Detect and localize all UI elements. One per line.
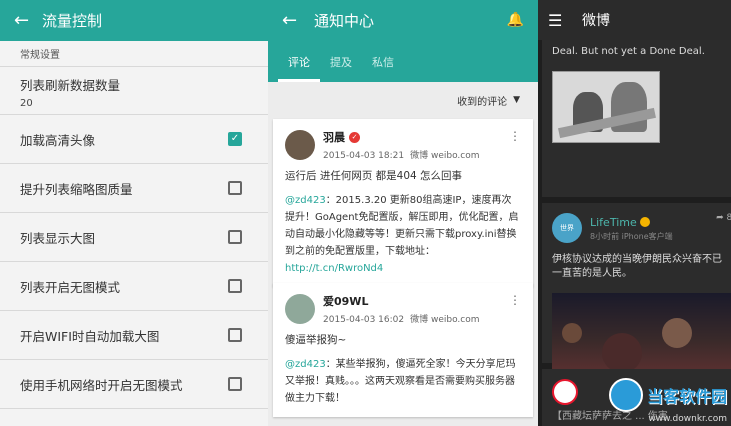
weibo-panel: ☰ 微博 Deal. But not yet a Done Deal. 世界 L… — [538, 0, 731, 426]
weibo-toolbar: ☰ 微博 — [538, 0, 731, 40]
more-options-icon[interactable]: ⋮ — [509, 129, 521, 143]
mention-link[interactable]: @zd423 — [285, 359, 326, 370]
setting-label: 使用手机网络时开启无图模式 — [20, 377, 183, 393]
checkbox[interactable] — [228, 328, 242, 342]
more-options-icon[interactable]: ⋮ — [509, 293, 521, 307]
card-header: 世界 LifeTime 8小时前 iPhone客户端 ➦ 84 — [542, 203, 731, 253]
setting-no-image[interactable]: 列表开启无图模式 — [0, 262, 268, 311]
setting-label: 列表显示大图 — [20, 230, 96, 246]
url-link[interactable]: http://t.cn/RwroNd4 — [285, 263, 383, 274]
setting-label: 加载高清头像 — [20, 132, 96, 148]
watermark: 当客软件园 — [608, 378, 727, 412]
watermark-text: 当客软件园 — [646, 387, 727, 406]
tab-messages[interactable]: 私信 — [362, 40, 404, 82]
hamburger-menu-icon[interactable]: ☰ — [548, 11, 582, 30]
comment-card[interactable]: 羽晨 ✓ 2015-04-03 18:21 微博 weibo.com ⋮ 运行后 进… — [273, 119, 533, 287]
setting-label: 提升列表缩略图质量 — [20, 181, 133, 197]
notifications-toolbar: ← 通知中心 🔔 — [268, 0, 538, 40]
checkbox[interactable] — [228, 230, 242, 244]
mention-link[interactable]: @zd423 — [285, 195, 326, 206]
post-image[interactable] — [552, 71, 660, 143]
tab-bar: 评论 提及 私信 — [268, 40, 538, 82]
share-icon: ➦ — [716, 213, 724, 223]
watermark-logo-icon — [608, 378, 643, 412]
bell-settings-icon[interactable]: 🔔 — [507, 12, 524, 28]
dropdown-arrow-icon: ▼ — [513, 95, 520, 105]
setting-refresh-count[interactable]: 列表刷新数据数量 20 — [0, 67, 268, 115]
feed-card[interactable]: 世界 LifeTime 8小时前 iPhone客户端 ➦ 84 伊核协议达成的当… — [542, 203, 731, 373]
comment-text: 傻逼举报狗~ — [285, 334, 347, 346]
quoted-post[interactable]: @zd423：某些举报狗，傻逼死全家！今天分享尼玛又举报！真贱。。。这两天观察看… — [285, 356, 521, 407]
checkbox[interactable] — [228, 181, 242, 195]
comment-card[interactable]: 爱09WL 2015-04-03 16:02 微博 weibo.com ⋮ 傻逼举… — [273, 283, 533, 417]
settings-toolbar: ← 流量控制 — [0, 0, 268, 41]
verified-badge-icon — [639, 217, 650, 227]
tab-comments[interactable]: 评论 — [278, 40, 320, 82]
back-arrow-icon[interactable]: ← — [14, 10, 42, 31]
post-time: 2015-04-03 16:02 — [323, 315, 405, 325]
settings-panel: ← 流量控制 常规设置 列表刷新数据数量 20 加载高清头像 ✓ 提升列表缩略图… — [0, 0, 268, 426]
verified-badge-icon: ✓ — [349, 132, 360, 143]
notifications-panel: ← 通知中心 🔔 评论 提及 私信 收到的评论 ▼ 羽晨 ✓ 2015-04-03… — [268, 0, 538, 426]
post-image[interactable] — [552, 293, 731, 373]
checkbox[interactable] — [228, 377, 242, 391]
user-name[interactable]: LifeTime — [590, 216, 637, 229]
checkbox-checked[interactable]: ✓ — [228, 132, 242, 146]
share-count[interactable]: ➦ 84 — [716, 213, 731, 223]
card-header: 爱09WL 2015-04-03 16:02 微博 weibo.com ⋮ — [285, 293, 521, 325]
notifications-title: 通知中心 — [314, 11, 375, 30]
avatar[interactable] — [285, 294, 315, 324]
quoted-post[interactable]: @zd423：2015.3.20 更新80组高速IP，速度再次提升！GoAgen… — [285, 192, 521, 277]
post-source: 微博 weibo.com — [410, 315, 480, 325]
setting-label: 开启WIFI时自动加载大图 — [20, 328, 160, 344]
setting-label: 列表开启无图模式 — [20, 279, 121, 295]
setting-wifi-large[interactable]: 开启WIFI时自动加载大图 — [0, 311, 268, 360]
feed-card[interactable]: Deal. But not yet a Done Deal. — [542, 40, 731, 197]
setting-value: 20 — [20, 98, 33, 109]
avatar[interactable] — [285, 130, 315, 160]
avatar[interactable]: 世界 — [552, 213, 582, 243]
card-header: 羽晨 ✓ 2015-04-03 18:21 微博 weibo.com ⋮ — [285, 129, 521, 161]
setting-mobile-no-image[interactable]: 使用手机网络时开启无图模式 — [0, 360, 268, 409]
comment-text: 运行后 进任何网页 都是404 怎么回事 — [285, 170, 463, 182]
comment-filter-dropdown[interactable]: 收到的评论 ▼ — [268, 82, 538, 118]
watermark-url: www.downkr.com — [648, 414, 727, 424]
filter-label: 收到的评论 — [457, 96, 508, 108]
section-header: 常规设置 — [0, 41, 268, 67]
post-text: Deal. But not yet a Done Deal. — [552, 46, 705, 57]
user-name[interactable]: 爱09WL — [323, 295, 368, 308]
post-text: 伊核协议达成的当晚伊朗民众兴奋不已一直苦的是人民。 — [552, 254, 722, 279]
setting-hd-avatar[interactable]: 加载高清头像 ✓ — [0, 115, 268, 164]
back-arrow-icon[interactable]: ← — [282, 10, 314, 31]
settings-title: 流量控制 — [42, 12, 103, 30]
tab-mentions[interactable]: 提及 — [320, 40, 362, 82]
setting-thumb-quality[interactable]: 提升列表缩略图质量 — [0, 164, 268, 213]
post-time: 2015-04-03 18:21 — [323, 151, 405, 161]
share-value: 84 — [726, 213, 731, 223]
weibo-title: 微博 — [582, 13, 610, 29]
setting-label: 列表刷新数据数量 — [20, 78, 121, 93]
checkbox[interactable] — [228, 279, 242, 293]
user-name[interactable]: 羽晨 — [323, 131, 345, 144]
post-source: 微博 weibo.com — [410, 151, 480, 161]
setting-large-image[interactable]: 列表显示大图 — [0, 213, 268, 262]
post-meta: 8小时前 iPhone客户端 — [590, 231, 673, 241]
